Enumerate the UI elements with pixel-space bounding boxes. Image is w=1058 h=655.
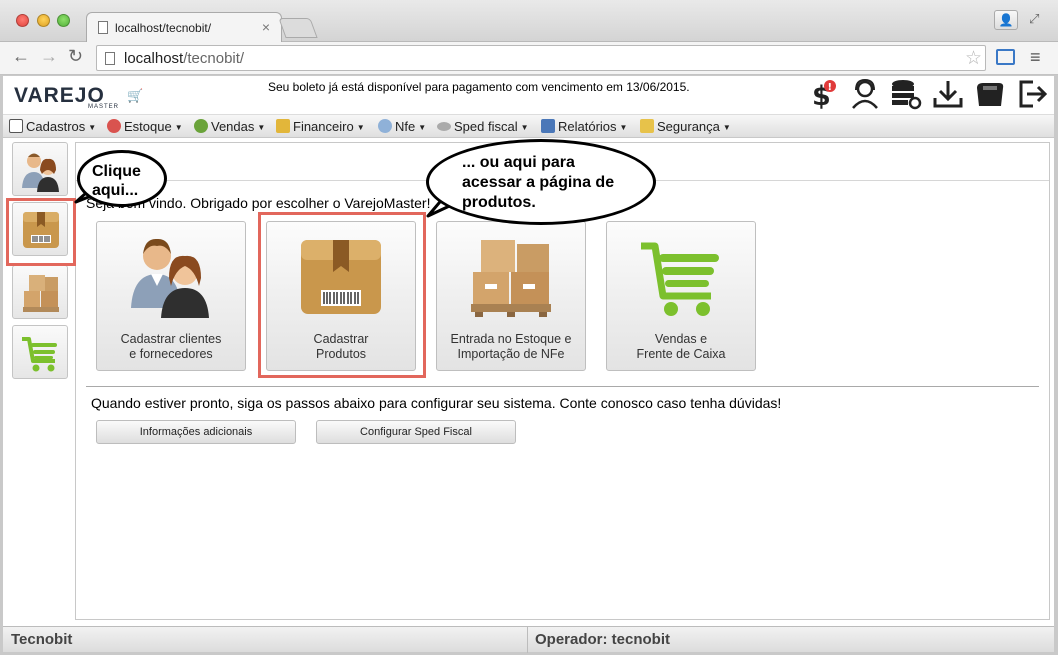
window-close-button[interactable] — [16, 14, 29, 27]
back-icon[interactable]: ← — [12, 46, 30, 67]
rail-vendas-button[interactable] — [12, 325, 68, 379]
logout-icon[interactable] — [1015, 78, 1049, 110]
callout-clique-aqui: Clique aqui... — [77, 150, 167, 207]
company-name: Tecnobit — [11, 631, 73, 648]
rail-estoque-button[interactable] — [12, 265, 68, 319]
menu-estoque[interactable]: Estoque ▼ — [107, 119, 183, 134]
download-icon[interactable] — [931, 78, 965, 110]
support-user-icon[interactable] — [848, 78, 882, 110]
fullscreen-icon[interactable]: ⤢ — [1029, 11, 1039, 27]
configurar-sped-button[interactable]: Configurar Sped Fiscal — [316, 420, 516, 444]
window-maximize-button[interactable] — [57, 14, 70, 27]
menu-seguranca[interactable]: Segurança ▼ — [640, 119, 731, 134]
financeiro-icon — [276, 119, 290, 133]
card-vendas-caixa[interactable]: Vendas e Frente de Caixa — [606, 221, 756, 371]
svg-text:!: ! — [828, 82, 833, 93]
reload-icon[interactable]: ↻ — [68, 46, 83, 67]
menu-nfe[interactable]: Nfe ▼ — [378, 119, 426, 134]
vendas-icon — [194, 119, 208, 133]
boleto-notice: Seu boleto já está disponível para pagam… — [268, 80, 690, 94]
logo-cart-icon: 🛒 — [127, 88, 144, 103]
people-icon — [131, 238, 209, 318]
menu-financeiro[interactable]: Financeiro ▼ — [276, 119, 365, 134]
pallet-boxes-icon — [23, 275, 59, 312]
sped-icon — [437, 122, 451, 131]
instructions-text: Quando estiver pronto, siga os passos ab… — [91, 395, 782, 411]
bookmark-star-icon[interactable]: ☆ — [965, 47, 982, 70]
card-label: Entrada no Estoque e Importação de NFe — [450, 332, 572, 361]
forward-icon[interactable]: → — [40, 46, 58, 67]
people-icon — [22, 153, 59, 192]
database-settings-icon[interactable] — [889, 78, 923, 110]
page-icon — [98, 21, 108, 34]
menu-cadastros[interactable]: Cadastros ▼ — [9, 119, 96, 134]
tab-title: localhost/tecnobit/ — [115, 21, 212, 35]
divider — [86, 386, 1039, 387]
callout-pagina-produtos: ... ou aqui para acessar a página de pro… — [426, 139, 656, 225]
browser-toolbar: ← → ↻ localhost/tecnobit/ ☆ ≡ — [0, 42, 1058, 75]
card-label: Vendas e Frente de Caixa — [636, 332, 726, 361]
dollar-alert-icon[interactable]: $! — [806, 78, 840, 112]
highlight-card-produtos — [258, 212, 426, 378]
relatorios-icon — [541, 119, 555, 133]
url-text: localhost/tecnobit/ — [124, 50, 245, 67]
browser-tab-strip: localhost/tecnobit/ × 👤 ⤢ — [0, 0, 1058, 43]
profile-icon[interactable]: 👤 — [994, 10, 1018, 30]
estoque-icon — [107, 119, 121, 133]
nfe-icon — [378, 119, 392, 133]
menu-vendas[interactable]: Vendas ▼ — [194, 119, 265, 134]
pallet-boxes-icon — [471, 240, 551, 317]
menu-sped-fiscal[interactable]: Sped fiscal ▼ — [437, 119, 529, 134]
cast-icon[interactable] — [996, 49, 1015, 65]
cadastros-icon — [9, 119, 23, 133]
window-minimize-button[interactable] — [37, 14, 50, 27]
card-label: Cadastrar clientes e fornecedores — [120, 332, 222, 361]
status-bar: Tecnobit Operador: tecnobit — [3, 626, 1054, 653]
operator-name: Operador: tecnobit — [535, 631, 671, 648]
menu-relatorios[interactable]: Relatórios ▼ — [541, 119, 627, 134]
seguranca-icon — [640, 119, 654, 133]
card-entrada-estoque[interactable]: Entrada no Estoque e Importação de NFe — [436, 221, 586, 371]
shopping-cart-icon — [641, 242, 719, 316]
new-tab-button[interactable] — [278, 18, 318, 38]
varejomaster-logo: VAREJO MASTER 🛒 — [14, 84, 144, 110]
tab-close-icon[interactable]: × — [262, 19, 270, 35]
address-bar[interactable]: localhost/tecnobit/ ☆ — [96, 45, 986, 71]
browser-tab[interactable]: localhost/tecnobit/ × — [86, 12, 282, 43]
shopping-cart-icon — [22, 337, 57, 372]
card-cadastrar-clientes[interactable]: Cadastrar clientes e fornecedores — [96, 221, 246, 371]
status-separator — [527, 627, 528, 653]
main-menu: Cadastros ▼ Estoque ▼ Vendas ▼ Financeiro ▼ … — [3, 114, 1054, 138]
info-adicionais-button[interactable]: Informações adicionais — [96, 420, 296, 444]
page-icon — [105, 52, 115, 65]
printer-icon[interactable] — [973, 78, 1007, 110]
browser-menu-icon[interactable]: ≡ — [1030, 47, 1041, 68]
